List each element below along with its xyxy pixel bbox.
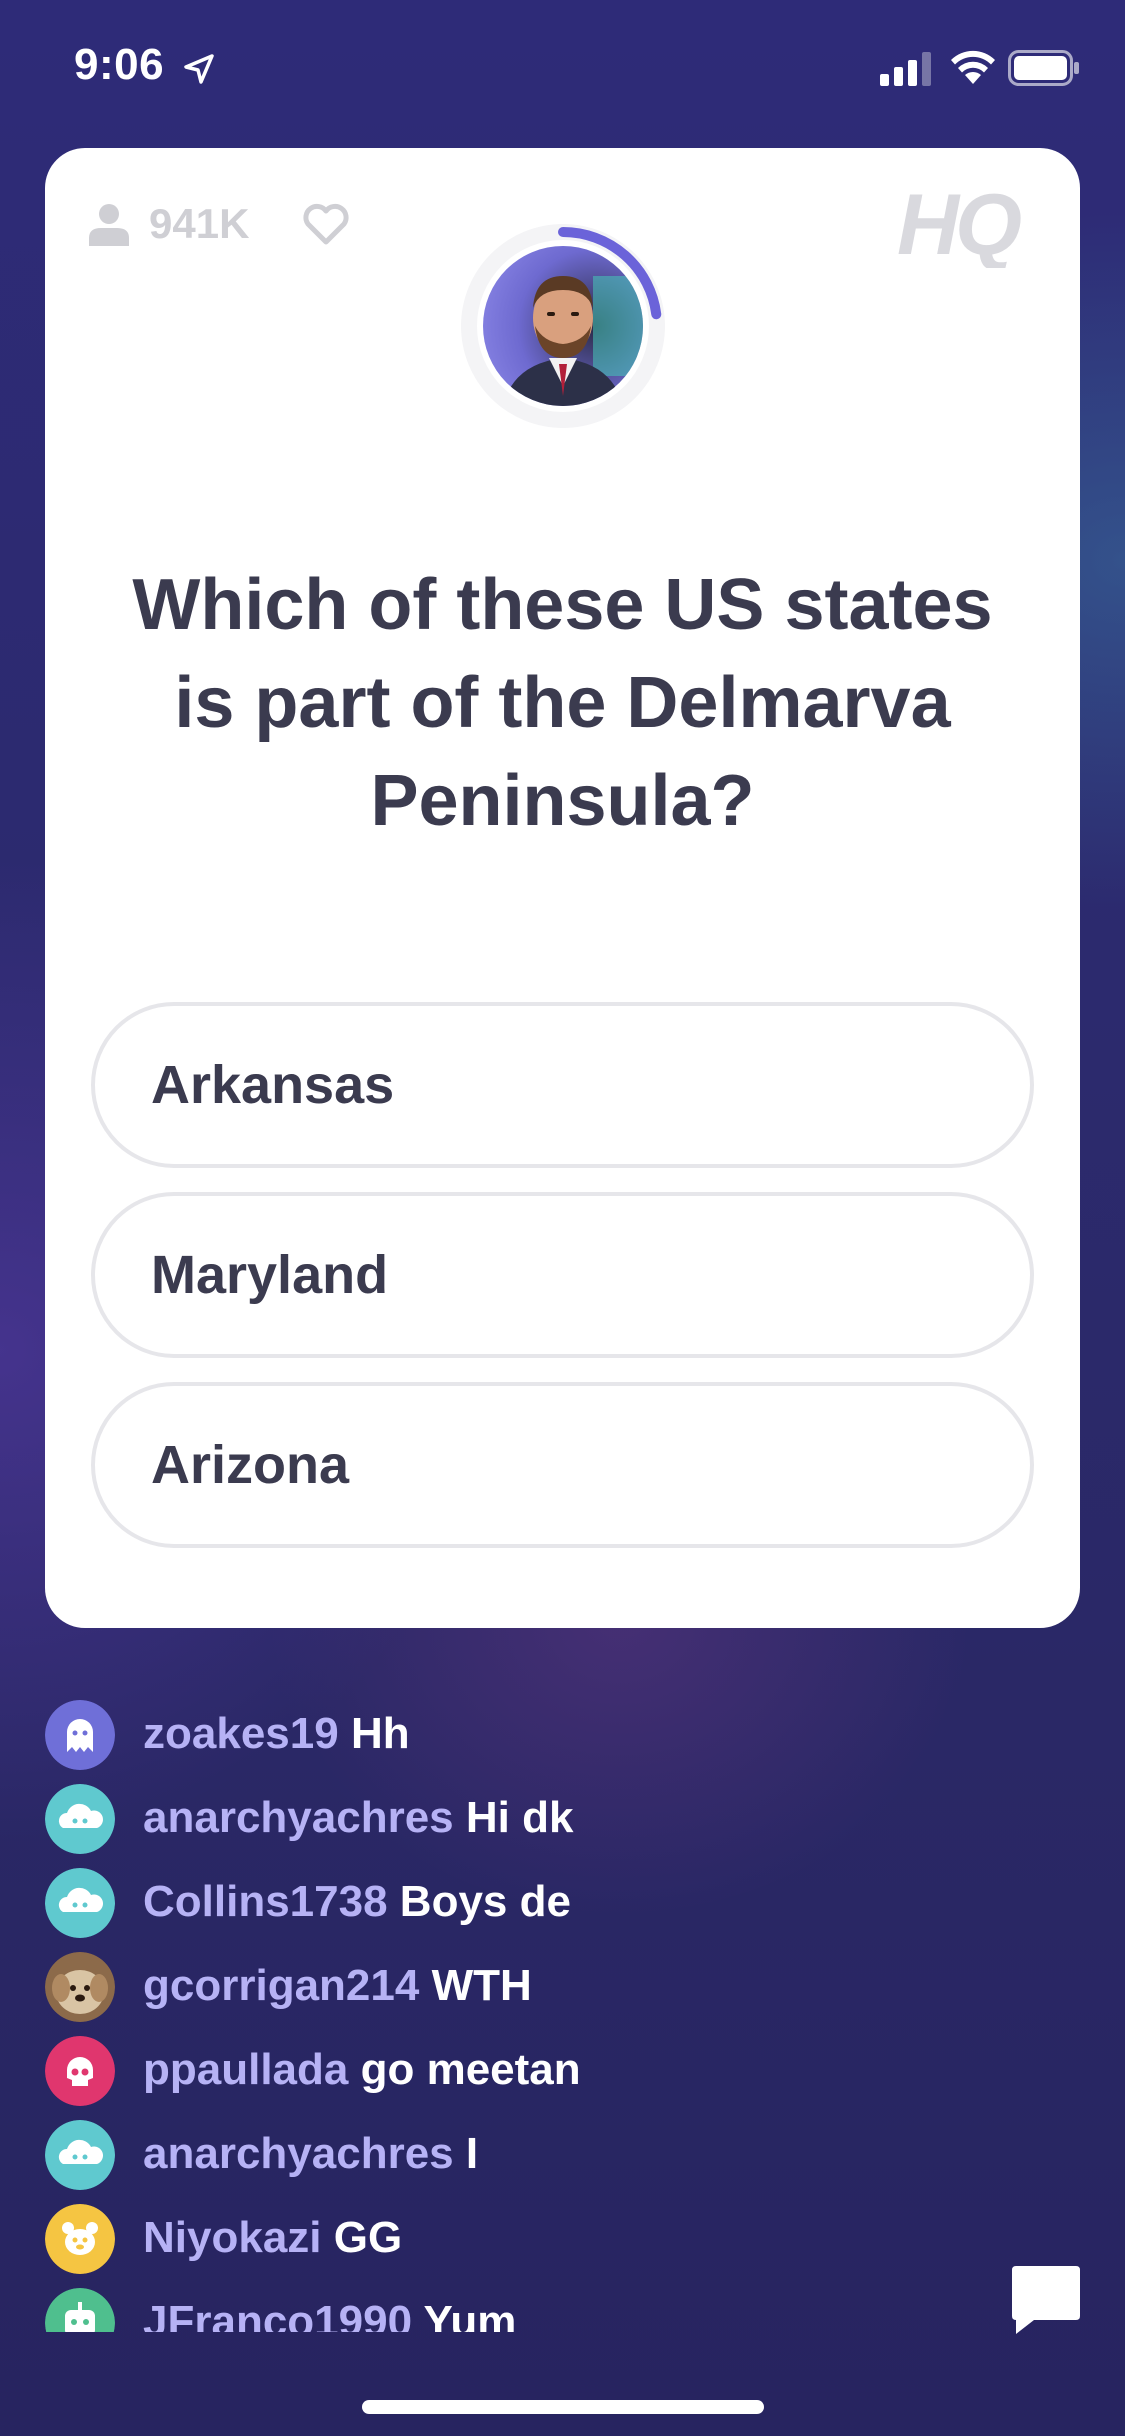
- viewer-count: 941K: [149, 200, 250, 247]
- chat-feed[interactable]: zoakes19 Hh anarchyachres Hi dk Collins1…: [45, 1692, 945, 2332]
- dog-photo-avatar: [45, 1952, 115, 2022]
- host-portrait-icon: [483, 246, 643, 406]
- skull-icon: [45, 2036, 115, 2106]
- question-text: Which of these US states is part of the …: [132, 565, 993, 841]
- answer-label: Arizona: [151, 1435, 350, 1495]
- chat-message-text: GG: [333, 2213, 403, 2262]
- bear-icon: [45, 2204, 115, 2274]
- host-timer: [453, 216, 673, 436]
- ghost-icon: [45, 1700, 115, 1770]
- home-indicator[interactable]: [362, 2400, 764, 2414]
- heart-icon[interactable]: [301, 202, 351, 246]
- question-card: 941K HQ Which of these US states is part…: [45, 148, 1080, 1628]
- answer-label: Arkansas: [151, 1055, 395, 1115]
- cloud-icon: [45, 2120, 115, 2190]
- chat-message: JFranco1990 Yum: [45, 2280, 945, 2332]
- chat-message: zoakes19 Hh: [45, 1692, 945, 1776]
- chat-message-text: Boys de: [399, 1877, 571, 1926]
- hq-logo-text: HQ: [897, 182, 1021, 268]
- chat-message: ppaullada go meetan: [45, 2028, 945, 2112]
- battery-icon: [1008, 50, 1079, 86]
- chat-username: zoakes19: [143, 1709, 339, 1758]
- chat-message: Collins1738 Boys de: [45, 1860, 945, 1944]
- chat-message-text: go meetan: [360, 2045, 581, 2094]
- hq-logo: HQ: [897, 182, 1025, 268]
- chat-username: JFranco1990: [143, 2297, 413, 2332]
- answer-label: Maryland: [151, 1245, 389, 1305]
- chat-username: ppaullada: [143, 2045, 349, 2094]
- chat-bubble-icon[interactable]: [1008, 2262, 1084, 2338]
- status-time: 9:06: [74, 40, 165, 89]
- host-avatar: [483, 246, 643, 406]
- chat-message: gcorrigan214 WTH: [45, 1944, 945, 2028]
- chat-message-text: Hh: [350, 1709, 410, 1758]
- cloud-icon: [45, 1784, 115, 1854]
- chat-message: anarchyachres I: [45, 2112, 945, 2196]
- chat-message: anarchyachres Hi dk: [45, 1776, 945, 1860]
- chat-message-text: Yum: [423, 2297, 517, 2332]
- chat-username: Niyokazi: [143, 2213, 322, 2262]
- chat-username: anarchyachres: [143, 1793, 454, 1842]
- viewers-icon: [89, 204, 129, 246]
- location-arrow-icon: [184, 54, 214, 84]
- answer-option-2[interactable]: Maryland: [91, 1192, 1034, 1358]
- robot-icon: [45, 2288, 115, 2332]
- chat-message-text: WTH: [431, 1961, 532, 2010]
- cellular-signal-icon: [880, 52, 931, 86]
- chat-username: anarchyachres: [143, 2129, 454, 2178]
- status-bar: 9:06: [0, 0, 1125, 140]
- chat-username: Collins1738: [143, 1877, 388, 1926]
- cloud-icon: [45, 1868, 115, 1938]
- wifi-icon: [951, 50, 995, 84]
- chat-message-text: Hi dk: [465, 1793, 574, 1842]
- chat-message-text: I: [465, 2129, 479, 2178]
- answer-option-1[interactable]: Arkansas: [91, 1002, 1034, 1168]
- chat-username: gcorrigan214: [143, 1961, 420, 2010]
- answer-option-3[interactable]: Arizona: [91, 1382, 1034, 1548]
- chat-message: Niyokazi GG: [45, 2196, 945, 2280]
